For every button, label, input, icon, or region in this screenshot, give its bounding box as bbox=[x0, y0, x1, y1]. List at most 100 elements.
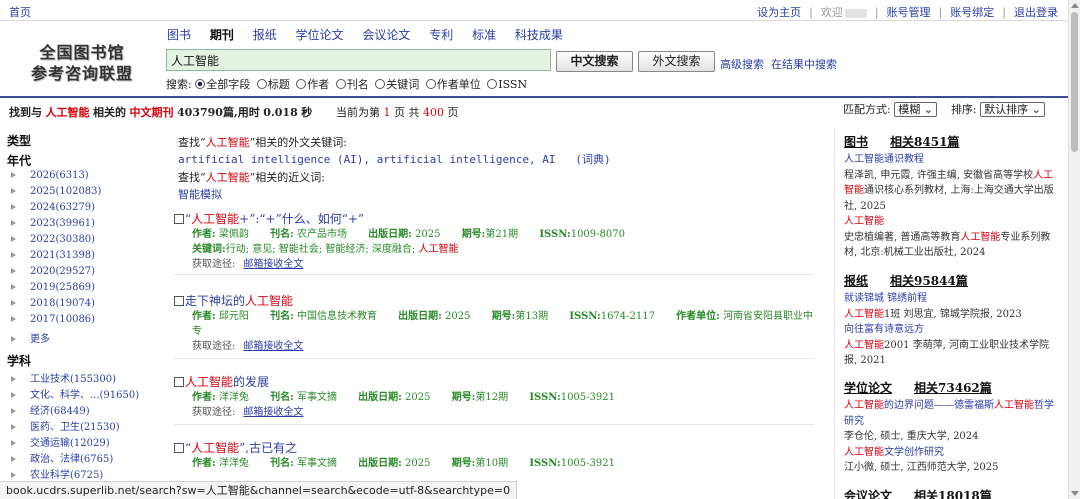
title-keyword[interactable]: 人工智能 bbox=[185, 375, 233, 389]
related-thesis-title[interactable]: 人工智能的边界问题——德雷福斯人工智能哲学研究 bbox=[844, 398, 1060, 429]
heading-label[interactable]: 会议论文 bbox=[844, 489, 892, 499]
related-news-title[interactable]: 就读锦城 锦绣前程 bbox=[844, 291, 1060, 307]
scroll-up-arrow-icon[interactable] bbox=[1071, 3, 1079, 8]
title-text[interactable]: +”:“+”什么、如何“+” bbox=[239, 212, 364, 226]
related-book-title[interactable]: 人工智能 bbox=[844, 214, 1060, 230]
radio-icon[interactable] bbox=[487, 79, 498, 89]
result-checkbox[interactable] bbox=[174, 377, 184, 387]
facet-link[interactable]: 交通运输(12029) bbox=[30, 438, 110, 449]
facet-link[interactable]: 2023(39961) bbox=[30, 218, 95, 229]
result-title[interactable]: 人工智能的发展 bbox=[174, 373, 814, 390]
tab-theses[interactable]: 学位论文 bbox=[296, 28, 344, 42]
result-title[interactable]: 走下神坛的人工智能 bbox=[174, 292, 814, 309]
facet-subject-item[interactable]: 工业技术(155300) bbox=[7, 370, 157, 386]
dictionary-link[interactable]: (词典) bbox=[575, 153, 610, 166]
facet-year-item[interactable]: 2023(39961) bbox=[7, 218, 157, 234]
scope-author-org[interactable]: 作者单位 bbox=[425, 78, 481, 91]
facet-subject-item[interactable]: 交通运输(12029) bbox=[7, 434, 157, 450]
facet-link[interactable]: 工业技术(155300) bbox=[30, 374, 116, 385]
facet-link[interactable]: 农业科学(6725) bbox=[30, 470, 103, 481]
facet-link[interactable]: 2021(31398) bbox=[30, 250, 95, 261]
keywords-text[interactable]: 行动; 意见; 智能社会; 智能经济; 深度融合; bbox=[226, 244, 419, 255]
related-conf-heading[interactable]: 会议论文 相关18018篇 bbox=[844, 487, 1060, 499]
tab-newspapers[interactable]: 报纸 bbox=[253, 28, 277, 42]
heading-count[interactable]: 相关18018篇 bbox=[914, 489, 992, 499]
facet-year-item[interactable]: 2020(29527) bbox=[7, 266, 157, 282]
result-title[interactable]: “人工智能+”:“+”什么、如何“+” bbox=[174, 210, 814, 227]
facet-link[interactable]: 2017(10086) bbox=[30, 314, 95, 325]
facet-year-item[interactable]: 2024(63279) bbox=[7, 202, 157, 218]
result-author[interactable]: 梁佩韵 bbox=[219, 229, 249, 240]
title-keyword[interactable]: 人工智能 bbox=[844, 400, 884, 411]
keywords-highlight[interactable]: 人工智能 bbox=[418, 244, 458, 255]
title-text[interactable]: 文学创作研究 bbox=[884, 447, 944, 458]
email-fulltext-link[interactable]: 邮箱接收全文 bbox=[243, 407, 303, 418]
radio-icon[interactable] bbox=[425, 79, 436, 89]
facet-link[interactable]: 2019(25869) bbox=[30, 282, 95, 293]
home-link[interactable]: 首页 bbox=[9, 4, 31, 20]
tab-conferences[interactable]: 会议论文 bbox=[362, 28, 410, 42]
foreign-search-button[interactable]: 外文搜索 bbox=[638, 51, 715, 72]
title-text[interactable]: 走下神坛的 bbox=[185, 294, 245, 308]
tab-standards[interactable]: 标准 bbox=[472, 28, 496, 42]
foreign-terms-link[interactable]: artificial intelligence (AI), artificial… bbox=[178, 153, 556, 166]
facet-year-item[interactable]: 2018(19074) bbox=[7, 298, 157, 314]
title-keyword[interactable]: 人工智能 bbox=[245, 294, 293, 308]
radio-icon[interactable] bbox=[335, 79, 346, 89]
tab-patents[interactable]: 专利 bbox=[429, 28, 453, 42]
title-text[interactable]: 的发展 bbox=[233, 375, 269, 389]
facet-subject-item[interactable]: 文化、科学、...(91650) bbox=[7, 386, 157, 402]
chinese-search-button[interactable]: 中文搜索 bbox=[556, 51, 633, 72]
facet-year-item[interactable]: 2025(102083) bbox=[7, 186, 157, 202]
logout-link[interactable]: 退出登录 bbox=[1014, 6, 1058, 19]
facet-year-item[interactable]: 2017(10086) bbox=[7, 314, 157, 330]
title-keyword[interactable]: 人工智能 bbox=[994, 400, 1034, 411]
heading-label[interactable]: 报纸 bbox=[844, 274, 868, 288]
sort-select[interactable]: 默认排序 ⌄ bbox=[980, 102, 1045, 117]
related-news-title[interactable]: 向往富有诗意远方 bbox=[844, 322, 1060, 338]
facet-more-link[interactable]: 更多 bbox=[30, 334, 50, 345]
title-keyword[interactable]: 人工智能 bbox=[844, 154, 884, 165]
set-homepage-link[interactable]: 设为主页 bbox=[757, 6, 801, 19]
tab-journals[interactable]: 期刊 bbox=[210, 28, 234, 42]
tab-achievements[interactable]: 科技成果 bbox=[515, 28, 563, 42]
heading-label[interactable]: 学位论文 bbox=[844, 381, 892, 395]
facet-link[interactable]: 2025(102083) bbox=[30, 186, 101, 197]
title-keyword[interactable]: 人工智能 bbox=[844, 216, 884, 227]
title-keyword[interactable]: 人工智能 bbox=[191, 212, 239, 226]
facet-link[interactable]: 医药、卫生(21530) bbox=[30, 422, 120, 433]
heading-count[interactable]: 相关95844篇 bbox=[890, 274, 968, 288]
scope-journal-name[interactable]: 刊名 bbox=[335, 78, 369, 91]
tab-books[interactable]: 图书 bbox=[167, 28, 191, 42]
facet-year-item[interactable]: 2021(31398) bbox=[7, 250, 157, 266]
result-author[interactable]: 洋洋兔 bbox=[219, 392, 249, 403]
result-checkbox[interactable] bbox=[174, 443, 184, 453]
heading-count[interactable]: 相关73462篇 bbox=[914, 381, 992, 395]
radio-icon-selected[interactable] bbox=[195, 79, 206, 89]
facet-link[interactable]: 2022(30380) bbox=[30, 234, 95, 245]
result-journal[interactable]: 军事文摘 bbox=[297, 458, 337, 469]
synonym-link[interactable]: 智能模拟 bbox=[178, 188, 222, 201]
site-logo[interactable]: 全国图书馆 参考咨询联盟 bbox=[26, 42, 138, 84]
facet-link[interactable]: 2024(63279) bbox=[30, 202, 95, 213]
facet-link[interactable]: 文化、科学、...(91650) bbox=[30, 390, 139, 401]
scope-issn[interactable]: ISSN bbox=[487, 78, 527, 91]
match-select[interactable]: 模糊 ⌄ bbox=[894, 102, 937, 117]
account-manage-link[interactable]: 账号管理 bbox=[887, 6, 931, 19]
facet-link[interactable]: 经济(68449) bbox=[30, 406, 90, 417]
result-title[interactable]: “人工智能”,古已有之 bbox=[174, 439, 814, 456]
facet-link[interactable]: 2020(29527) bbox=[30, 266, 95, 277]
related-books-heading[interactable]: 图书 相关8451篇 bbox=[844, 133, 1060, 150]
radio-icon[interactable] bbox=[256, 79, 267, 89]
facet-subject-item[interactable]: 医药、卫生(21530) bbox=[7, 418, 157, 434]
title-text[interactable]: ”,古已有之 bbox=[239, 441, 297, 455]
heading-count[interactable]: 相关8451篇 bbox=[890, 135, 959, 149]
account-bind-link[interactable]: 账号绑定 bbox=[950, 6, 994, 19]
result-author[interactable]: 洋洋兔 bbox=[219, 458, 249, 469]
result-author[interactable]: 邱元阳 bbox=[219, 311, 249, 322]
scope-all-fields[interactable]: 全部字段 bbox=[195, 78, 250, 91]
facet-subject-item[interactable]: 政治、法律(6765) bbox=[7, 450, 157, 466]
email-fulltext-link[interactable]: 邮箱接收全文 bbox=[243, 259, 303, 270]
facet-link[interactable]: 2026(6313) bbox=[30, 170, 89, 181]
facet-year-item[interactable]: 2022(30380) bbox=[7, 234, 157, 250]
